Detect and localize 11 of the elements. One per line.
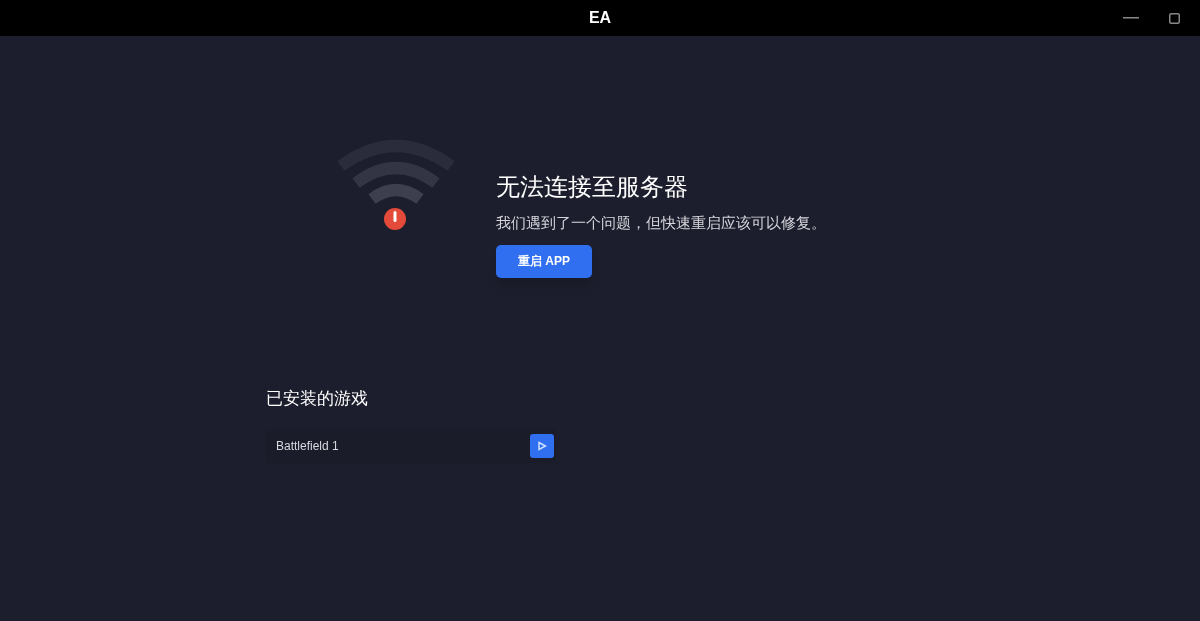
- play-icon: [537, 441, 547, 451]
- game-name: Battlefield 1: [276, 438, 339, 455]
- minimize-icon[interactable]: [1123, 17, 1139, 19]
- error-message: 我们遇到了一个问题，但快速重启应该可以修复。: [496, 213, 826, 233]
- error-title: 无法连接至服务器: [496, 172, 688, 202]
- maximize-icon[interactable]: [1169, 12, 1180, 24]
- restart-button[interactable]: 重启 APP: [496, 244, 592, 278]
- game-row[interactable]: Battlefield 1: [266, 429, 556, 463]
- section-heading: 已安装的游戏: [266, 387, 369, 410]
- window-title: EA: [588, 8, 612, 28]
- play-button[interactable]: [530, 434, 554, 458]
